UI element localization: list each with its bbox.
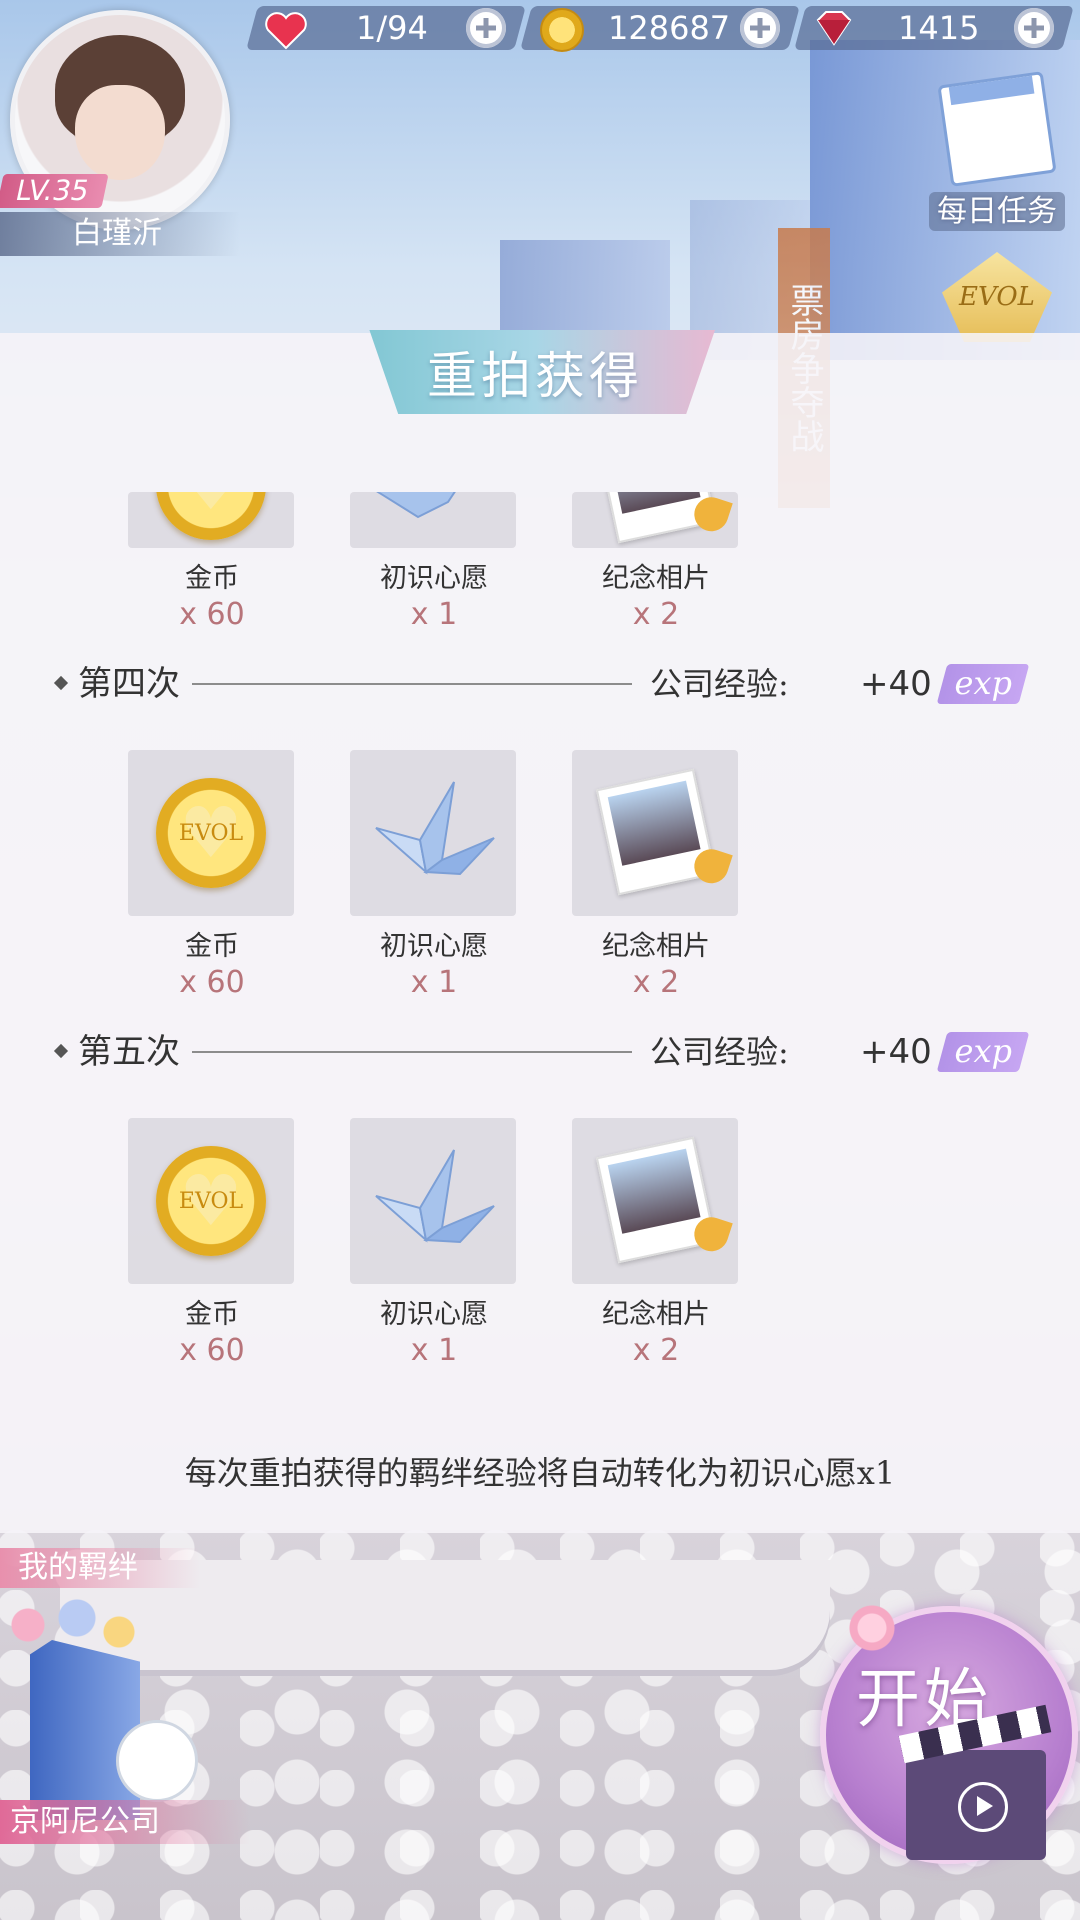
gold-coin-icon: EVOL: [156, 1146, 266, 1256]
reward-gold: EVOL 金币 x 60: [128, 1118, 296, 1368]
item-count: x 1: [410, 1333, 458, 1368]
paper-crane-icon: [376, 492, 456, 519]
item-count: x 2: [632, 1333, 680, 1368]
conversion-note: 每次重拍获得的羁绊经验将自动转化为初识心愿x1: [184, 1454, 896, 1492]
level-text: LV.35: [12, 174, 93, 207]
item-count: x 1: [410, 597, 458, 632]
item-name: 初识心愿: [380, 931, 488, 962]
evol-badge-icon: EVOL: [942, 252, 1052, 342]
coin-text: EVOL: [178, 1188, 244, 1214]
coin-text: EVOL: [178, 820, 244, 846]
daily-tasks-button[interactable]: 每日任务: [922, 71, 1072, 231]
modal-title: 重拍获得: [427, 347, 643, 405]
reward-crane: 初识心愿 x 1: [350, 750, 518, 1000]
gold-coin-icon: EVOL: [156, 778, 266, 888]
item-name: 纪念相片: [602, 931, 710, 962]
level-badge: LV.35: [0, 174, 109, 208]
reward-slot: [572, 1118, 738, 1284]
divider: [192, 683, 632, 685]
paper-crane-icon: [375, 781, 495, 876]
company-building-icon[interactable]: [30, 1640, 140, 1820]
item-name: 初识心愿: [380, 1299, 488, 1330]
photo-icon: [595, 768, 717, 896]
my-bonds-button[interactable]: 我的羁绊: [0, 1548, 200, 1588]
reward-slot: [572, 750, 738, 916]
round-header: 第五次 公司经验: +40 exp: [53, 1022, 1030, 1082]
reward-slot: [128, 492, 294, 548]
round-header: 第四次 公司经验: +40 exp: [53, 654, 1030, 714]
item-count: x 1: [410, 965, 458, 1000]
exp-badge-text: exp: [954, 664, 1013, 702]
reward-photo: 纪念相片 x 2: [572, 750, 740, 1000]
item-name: 纪念相片: [602, 1299, 710, 1330]
item-count: x 60: [179, 965, 245, 1000]
item-count: x 60: [179, 1333, 245, 1368]
gold-coin-icon: [156, 492, 266, 540]
exp-icon: exp: [936, 664, 1030, 704]
round-label: 第五次: [78, 1032, 180, 1072]
company-exp-value: +40: [860, 664, 932, 704]
reward-slot: [350, 492, 516, 548]
heart-icon: [265, 12, 307, 50]
item-count: x 60: [179, 597, 245, 632]
item-count: x 2: [632, 965, 680, 1000]
exp-icon: exp: [936, 1032, 1030, 1072]
reward-slot: EVOL: [128, 1118, 294, 1284]
company-exp-label: 公司经验:: [650, 665, 789, 703]
photo-icon: [595, 1136, 717, 1264]
reward-slot: [350, 1118, 516, 1284]
clapperboard-icon: [906, 1750, 1046, 1860]
divider: [192, 1051, 632, 1053]
reward-crane: 初识心愿 x 1: [350, 492, 518, 632]
add-gem-button[interactable]: [1014, 8, 1054, 48]
company-exp-value: +40: [860, 1032, 932, 1072]
photo-icon: [595, 492, 717, 544]
company-exp-label: 公司经验:: [650, 1033, 789, 1071]
exp-badge-text: exp: [954, 1032, 1013, 1070]
reward-row: EVOL 金币 x 60 初识心愿 x 1 纪念相片 x 2: [128, 1118, 748, 1368]
gold-value: 128687: [608, 9, 731, 47]
gem-value: 1415: [898, 9, 980, 47]
gem-icon: [816, 11, 852, 46]
item-count: x 2: [632, 597, 680, 632]
reward-crane: 初识心愿 x 1: [350, 1118, 518, 1368]
reward-slot: [572, 492, 738, 548]
play-icon: [958, 1782, 1008, 1832]
bullet-icon: [53, 1043, 69, 1059]
avatar-face: [75, 85, 165, 180]
add-stamina-button[interactable]: [466, 8, 506, 48]
reward-photo: 纪念相片 x 2: [572, 1118, 740, 1368]
stamina-value: 1/94: [356, 9, 428, 47]
film-reel-icon: [116, 1720, 198, 1802]
add-gold-button[interactable]: [740, 8, 780, 48]
evol-badge-text: EVOL: [959, 282, 1035, 312]
reward-slot: [350, 750, 516, 916]
reward-gold: 金币 x 60: [128, 492, 296, 632]
company-button[interactable]: 京阿尼公司: [0, 1800, 250, 1844]
reward-photo: 纪念相片 x 2: [572, 492, 740, 632]
daily-tasks-label: 每日任务: [929, 192, 1065, 231]
item-name: 金币: [185, 1299, 239, 1330]
round-label: 第四次: [78, 664, 180, 704]
reward-slot: EVOL: [128, 750, 294, 916]
reward-row: EVOL 金币 x 60 初识心愿 x 1 纪念相片 x 2: [128, 750, 748, 1000]
sakura-icon: [842, 1598, 902, 1658]
bullet-icon: [53, 675, 69, 691]
reward-row: 金币 x 60 初识心愿 x 1 纪念相片 x 2: [128, 492, 748, 632]
gold-coin-icon: [540, 8, 584, 52]
schedule-icon: [937, 71, 1057, 187]
paper-crane-icon: [375, 1149, 495, 1244]
item-name: 纪念相片: [602, 563, 710, 594]
reward-gold: EVOL 金币 x 60: [128, 750, 296, 1000]
player-name: 白瑾沂: [0, 212, 240, 256]
achievements-button[interactable]: EVOL: [922, 252, 1072, 346]
item-name: 金币: [185, 563, 239, 594]
modal-title-banner: 重拍获得: [369, 330, 715, 414]
item-name: 初识心愿: [380, 563, 488, 594]
item-name: 金币: [185, 931, 239, 962]
